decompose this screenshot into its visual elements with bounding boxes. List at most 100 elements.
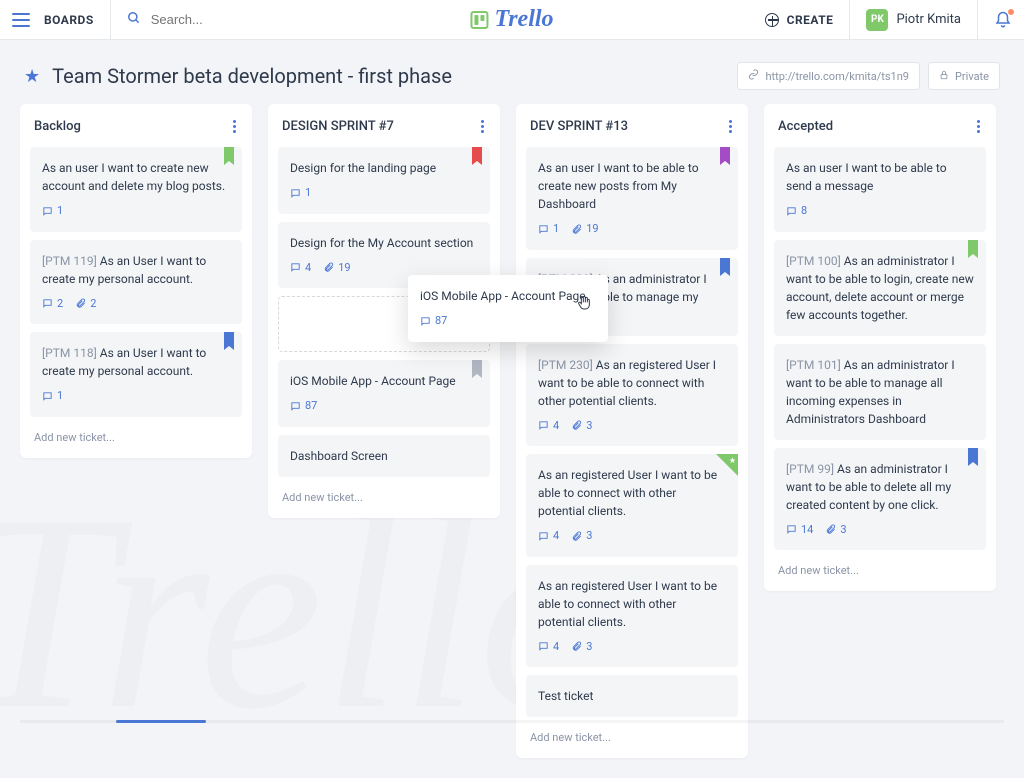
card-title: iOS Mobile App - Account Page bbox=[420, 287, 596, 305]
menu-icon[interactable] bbox=[12, 13, 30, 27]
card[interactable]: [PTM 100] As an administrator I want to … bbox=[774, 240, 986, 336]
list: Backlog As an user I want to create new a… bbox=[20, 104, 252, 458]
more-icon[interactable] bbox=[975, 118, 982, 135]
card[interactable]: [PTM 101] As an administrator I want to … bbox=[774, 344, 986, 440]
attachment-meta: 3 bbox=[571, 639, 592, 656]
card[interactable]: [PTM 118] As an User I want to create my… bbox=[30, 332, 242, 417]
comment-meta: 2 bbox=[42, 296, 63, 313]
list-title: DESIGN SPRINT #7 bbox=[282, 119, 394, 134]
list: DEV SPRINT #13 As an user I want to be ab… bbox=[516, 104, 748, 758]
card-tag: [PTM 119] bbox=[42, 254, 97, 268]
bell-icon[interactable] bbox=[994, 11, 1012, 29]
card[interactable]: [PTM 119] As an User I want to create my… bbox=[30, 240, 242, 325]
comment-meta: 1 bbox=[290, 185, 311, 202]
board-header: ★ Team Stormer beta development - first … bbox=[0, 40, 1024, 104]
cursor-icon bbox=[576, 294, 592, 316]
search-wrap bbox=[127, 10, 347, 29]
create-button[interactable]: CREATE bbox=[765, 13, 834, 27]
card-text: Test ticket bbox=[538, 689, 593, 703]
card[interactable]: [PTM 99] As an administrator I want to b… bbox=[774, 448, 986, 551]
divider bbox=[110, 0, 111, 40]
card-tag: [PTM 101] bbox=[786, 358, 841, 372]
card[interactable]: As an user I want to be able to send a m… bbox=[774, 147, 986, 232]
bookmark-icon bbox=[472, 147, 482, 165]
card[interactable]: iOS Mobile App - Account Page 87 bbox=[278, 360, 490, 427]
board-url-pill[interactable]: http://trello.com/kmita/ts1n9 bbox=[737, 62, 920, 90]
topbar: BOARDS Trello CREATE PK Piotr Kmita bbox=[0, 0, 1024, 40]
bookmark-icon bbox=[968, 448, 978, 466]
card-text: As an user I want to be able to send a m… bbox=[786, 161, 947, 193]
divider bbox=[849, 0, 850, 40]
bookmark-icon bbox=[968, 240, 978, 258]
comment-meta: 4 bbox=[538, 528, 559, 545]
card[interactable]: As an user I want to create new account … bbox=[30, 147, 242, 232]
card[interactable]: As an user I want to be able to create n… bbox=[526, 147, 738, 250]
avatar[interactable]: PK bbox=[866, 9, 888, 31]
card-text: As an user I want to create new account … bbox=[42, 161, 225, 193]
card-tag: [PTM 99] bbox=[786, 462, 834, 476]
card[interactable]: Design for the landing page 1 bbox=[278, 147, 490, 214]
card[interactable]: As an registered User I want to be able … bbox=[526, 454, 738, 557]
boards-button[interactable]: BOARDS bbox=[44, 13, 94, 27]
card-tag: [PTM 100] bbox=[786, 254, 841, 268]
lock-icon bbox=[939, 70, 949, 83]
star-corner-icon bbox=[716, 454, 738, 476]
privacy-pill[interactable]: Private bbox=[928, 62, 1000, 90]
board-title: Team Stormer beta development - first ph… bbox=[52, 64, 452, 88]
attachment-meta: 3 bbox=[571, 418, 592, 435]
card-tag: [PTM 118] bbox=[42, 346, 97, 360]
card[interactable]: As an registered User I want to be able … bbox=[526, 565, 738, 668]
bookmark-icon bbox=[720, 147, 730, 165]
board-body: Backlog As an user I want to create new a… bbox=[0, 104, 1024, 778]
comment-meta: 87 bbox=[290, 398, 317, 415]
comment-meta: 1 bbox=[42, 203, 63, 220]
attachment-meta: 3 bbox=[571, 528, 592, 545]
attachment-meta: 19 bbox=[571, 221, 598, 238]
search-input[interactable] bbox=[151, 12, 311, 27]
list: Accepted As an user I want to be able to … bbox=[764, 104, 996, 591]
username: Piotr Kmita bbox=[896, 12, 961, 27]
add-ticket-button[interactable]: Add new ticket... bbox=[278, 485, 490, 504]
logo[interactable]: Trello bbox=[470, 6, 553, 33]
logo-text: Trello bbox=[494, 6, 553, 33]
divider bbox=[977, 0, 978, 40]
card-text: As an registered User I want to be able … bbox=[538, 579, 717, 629]
attachment-meta: 2 bbox=[75, 296, 96, 313]
comment-meta: 87 bbox=[420, 313, 447, 330]
comment-meta: 4 bbox=[290, 260, 311, 277]
comment-meta: 1 bbox=[42, 388, 63, 405]
board-url-text: http://trello.com/kmita/ts1n9 bbox=[765, 70, 909, 83]
comment-meta: 4 bbox=[538, 639, 559, 656]
more-icon[interactable] bbox=[727, 118, 734, 135]
privacy-label: Private bbox=[955, 70, 989, 83]
card[interactable]: Dashboard Screen bbox=[278, 435, 490, 477]
search-icon bbox=[127, 10, 141, 29]
card-text: iOS Mobile App - Account Page bbox=[290, 374, 456, 388]
logo-icon bbox=[470, 11, 488, 29]
card-text: As an user I want to be able to create n… bbox=[538, 161, 699, 211]
more-icon[interactable] bbox=[231, 118, 238, 135]
horizontal-scrollbar[interactable] bbox=[20, 720, 1004, 723]
bookmark-icon bbox=[224, 332, 234, 350]
add-ticket-button[interactable]: Add new ticket... bbox=[30, 425, 242, 444]
card-text: Design for the landing page bbox=[290, 161, 436, 175]
card-text: As an registered User I want to be able … bbox=[538, 468, 717, 518]
attachment-meta: 3 bbox=[825, 522, 846, 539]
card[interactable]: [PTM 230] As an registered User I want t… bbox=[526, 344, 738, 447]
list-title: Backlog bbox=[34, 119, 81, 134]
comment-meta: 1 bbox=[538, 221, 559, 238]
star-icon[interactable]: ★ bbox=[24, 66, 40, 87]
list-title: Accepted bbox=[778, 119, 833, 134]
card-text: Dashboard Screen bbox=[290, 449, 388, 463]
bookmark-icon bbox=[720, 258, 730, 276]
bookmark-icon bbox=[224, 147, 234, 165]
card[interactable]: Test ticket bbox=[526, 675, 738, 717]
card-tag: [PTM 230] bbox=[538, 358, 593, 372]
more-icon[interactable] bbox=[479, 118, 486, 135]
list-title: DEV SPRINT #13 bbox=[530, 119, 628, 134]
add-ticket-button[interactable]: Add new ticket... bbox=[774, 558, 986, 577]
add-ticket-button[interactable]: Add new ticket... bbox=[526, 725, 738, 744]
card-text: Design for the My Account section bbox=[290, 236, 473, 250]
attachment-meta: 19 bbox=[323, 260, 350, 277]
scrollbar-thumb[interactable] bbox=[116, 720, 206, 723]
